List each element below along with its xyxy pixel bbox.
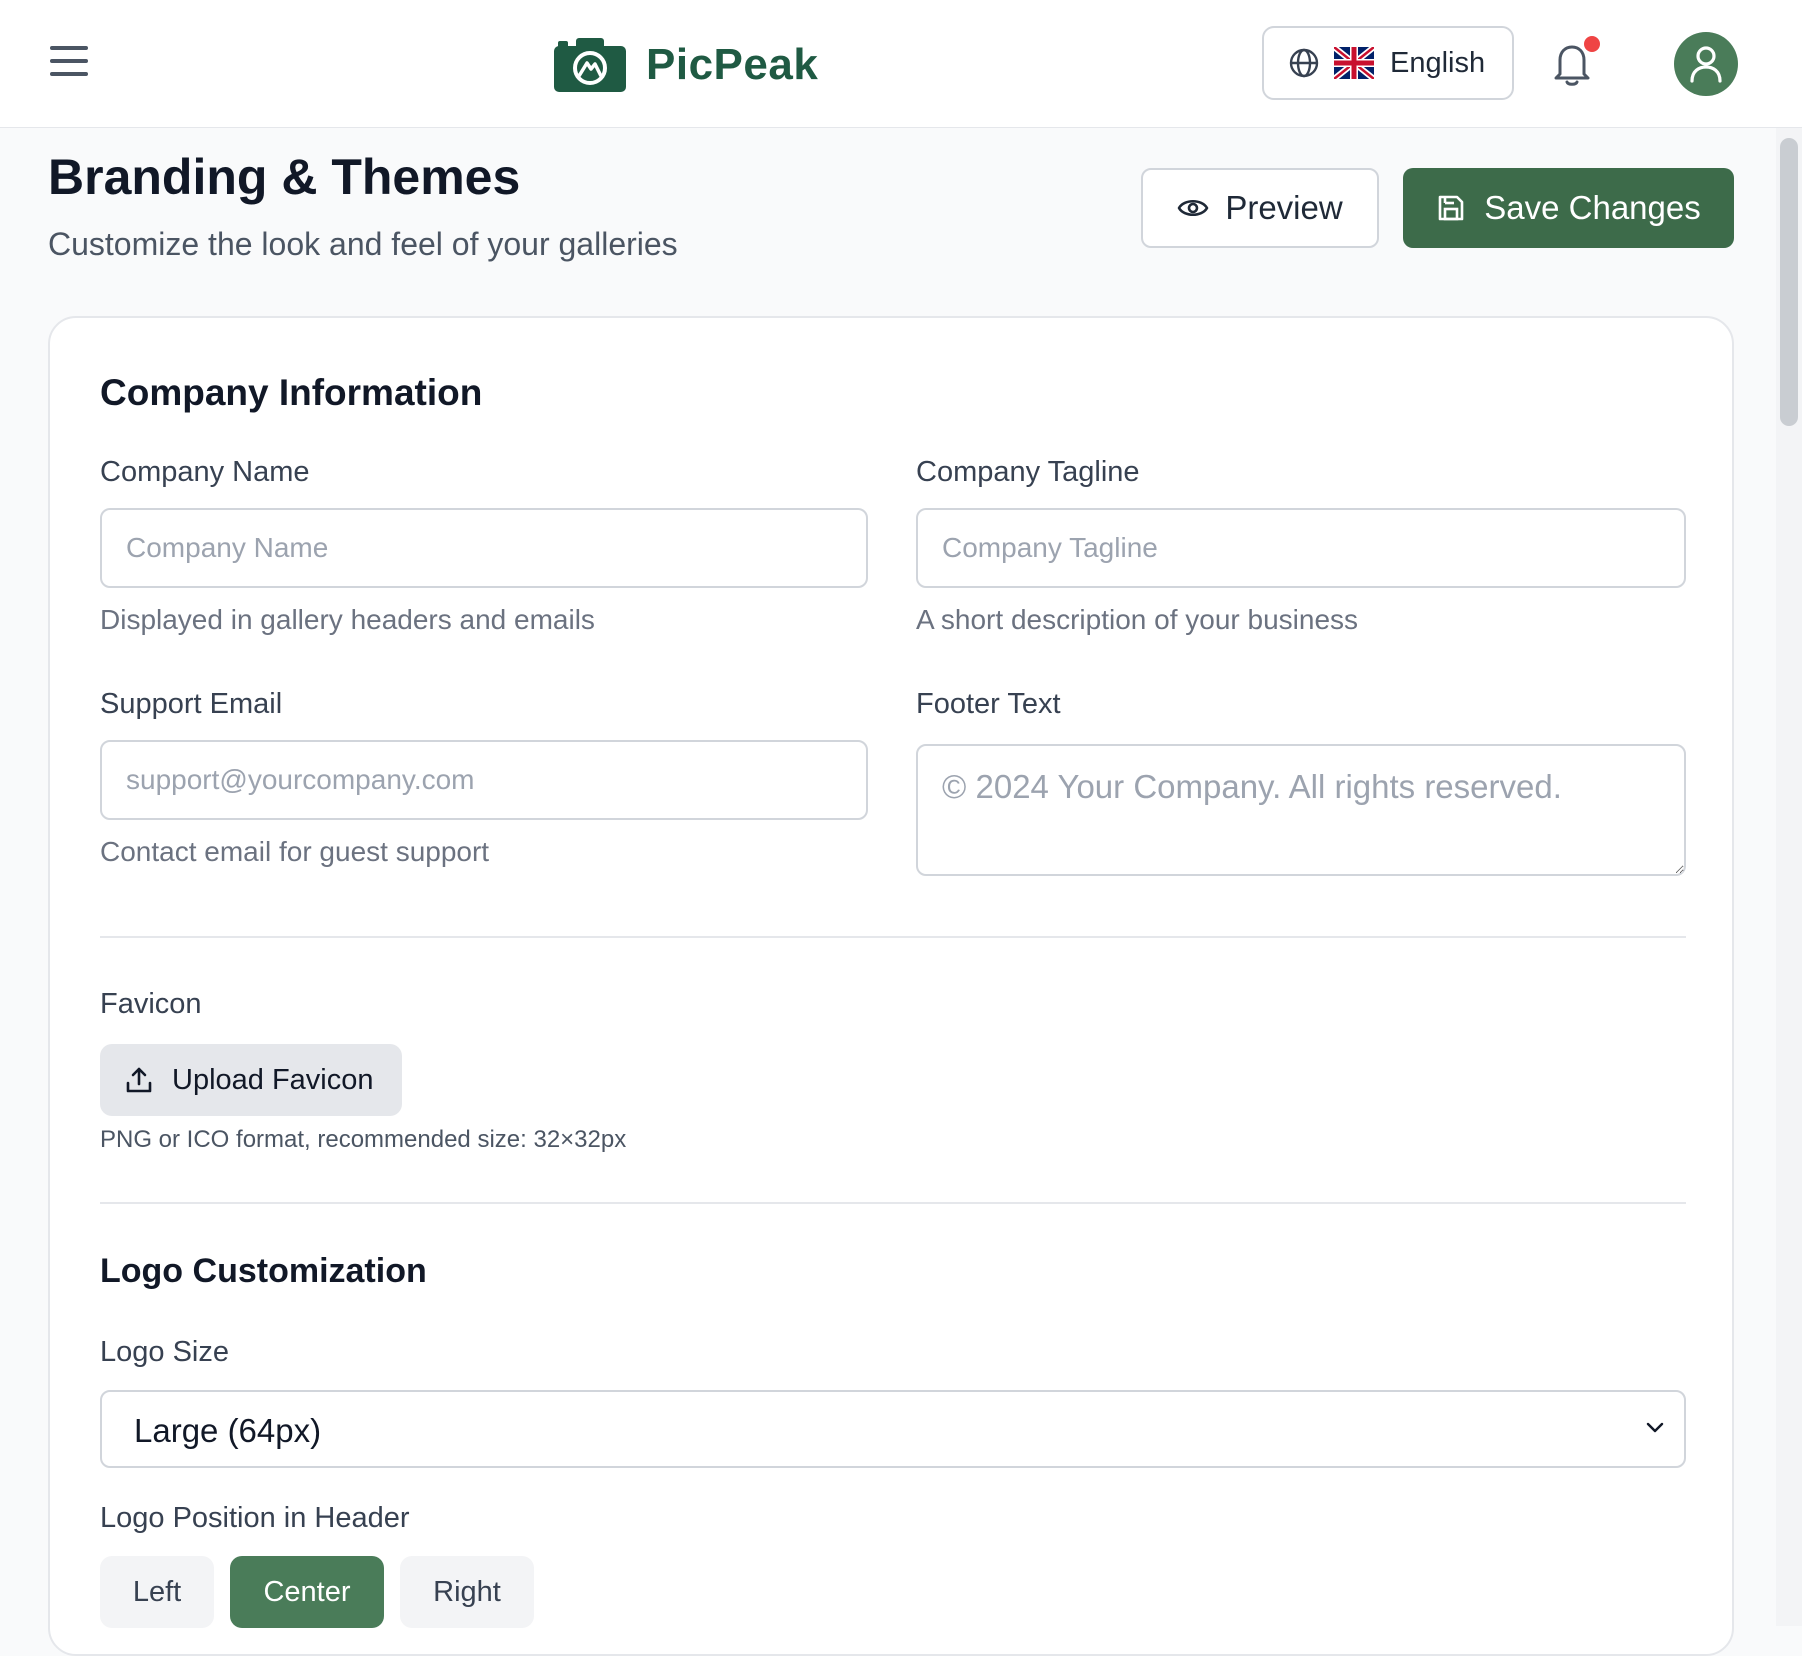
language-label: English [1390, 46, 1486, 79]
page-subtitle: Customize the look and feel of your gall… [48, 226, 678, 262]
company-tagline-input[interactable] [916, 508, 1686, 588]
company-name-input[interactable] [100, 508, 868, 588]
page-title: Branding & Themes [48, 149, 521, 205]
logo-position-center-button[interactable]: Center [230, 1556, 384, 1628]
eye-icon [1178, 199, 1209, 217]
hamburger-menu-icon[interactable] [50, 46, 94, 82]
support-email-help: Contact email for guest support [100, 836, 490, 867]
user-icon [1690, 46, 1722, 83]
support-email-input[interactable] [100, 740, 868, 820]
company-tagline-label: Company Tagline [916, 456, 1140, 488]
preview-button[interactable]: Preview [1141, 168, 1379, 248]
language-selector[interactable]: English [1262, 26, 1514, 100]
section-divider [100, 936, 1686, 938]
section-divider [100, 1202, 1686, 1204]
branding-settings-card: Company Information Company Name Display… [48, 316, 1734, 1656]
scrollbar-thumb[interactable] [1780, 138, 1798, 426]
save-icon [1438, 195, 1464, 221]
logo-customization-heading: Logo Customization [100, 1252, 427, 1290]
footer-text-textarea[interactable] [916, 744, 1686, 876]
favicon-label: Favicon [100, 988, 202, 1020]
logo-size-label: Logo Size [100, 1336, 229, 1368]
company-name-help: Displayed in gallery headers and emails [100, 604, 595, 635]
upload-favicon-button[interactable]: Upload Favicon [100, 1044, 402, 1116]
logo-size-value: Large (64px) [134, 1412, 322, 1449]
brand-logo[interactable]: PicPeak [554, 38, 818, 92]
upload-favicon-label: Upload Favicon [172, 1063, 374, 1096]
user-avatar[interactable] [1674, 32, 1738, 96]
company-tagline-help: A short description of your business [916, 604, 1359, 635]
uk-flag-icon [1334, 47, 1374, 79]
footer-text-label: Footer Text [916, 688, 1061, 720]
notification-badge [1584, 36, 1600, 52]
camera-logo-icon [554, 38, 626, 92]
logo-position-right-button[interactable]: Right [400, 1556, 534, 1628]
favicon-help: PNG or ICO format, recommended size: 32×… [100, 1126, 627, 1153]
save-changes-button[interactable]: Save Changes [1403, 168, 1734, 248]
upload-icon [126, 1067, 152, 1093]
top-navigation-bar: PicPeak English [0, 0, 1802, 128]
company-information-heading: Company Information [100, 372, 483, 413]
company-name-label: Company Name [100, 456, 310, 488]
preview-button-label: Preview [1225, 189, 1343, 226]
chevron-down-icon [1646, 1422, 1664, 1433]
logo-size-select[interactable]: Large (64px) [100, 1390, 1686, 1468]
logo-position-left-button[interactable]: Left [100, 1556, 214, 1628]
globe-icon [1289, 48, 1319, 78]
logo-position-label: Logo Position in Header [100, 1502, 410, 1534]
save-button-label: Save Changes [1484, 189, 1701, 226]
brand-name: PicPeak [646, 40, 819, 89]
support-email-label: Support Email [100, 688, 283, 720]
